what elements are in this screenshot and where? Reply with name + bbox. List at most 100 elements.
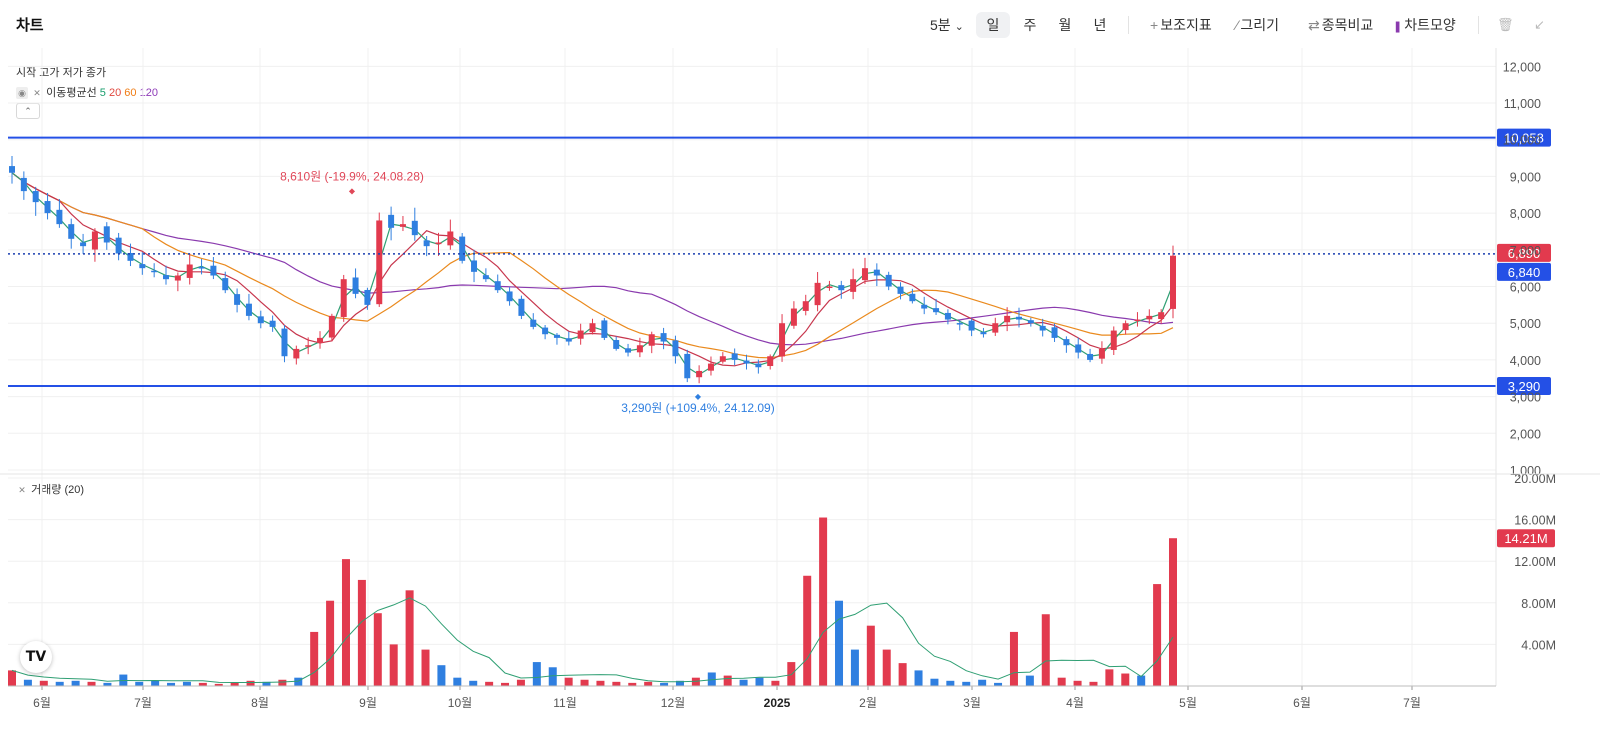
candle-body (328, 315, 335, 338)
candle-body (826, 286, 833, 289)
volume-bar (389, 644, 398, 686)
candle-body (151, 270, 158, 273)
stock-chart[interactable]: 10,0583,2906,8906,84014.21M8,610원 (-19.9… (0, 0, 1600, 739)
volume-bar (1009, 631, 1018, 686)
candle-body (1004, 315, 1011, 323)
volume-bar (1137, 675, 1146, 686)
candle-body (1170, 255, 1176, 309)
volume-bar (580, 679, 589, 686)
volume-bar (310, 631, 319, 686)
candle-body (838, 285, 845, 291)
high-annotation: 8,610원 (-19.9%, 24.08.28) (280, 170, 424, 184)
ma20-line (11, 172, 1174, 367)
y-tick-label: 9,000 (1510, 170, 1541, 184)
candle-body (790, 308, 797, 326)
x-tick-label: 9월 (359, 696, 377, 710)
volume-bar (946, 680, 955, 686)
candle-body (91, 231, 98, 250)
candle-body (20, 177, 27, 192)
volume-bar (1153, 584, 1162, 686)
candle-body (399, 224, 406, 227)
candle-body (968, 320, 975, 331)
candle-body (719, 356, 726, 362)
volume-tick-label: 4.00M (1521, 638, 1556, 652)
candle-body (696, 370, 703, 378)
volume-bar (644, 681, 653, 686)
candle-body (222, 278, 229, 291)
candle-body (293, 348, 300, 359)
candle-body (885, 274, 892, 287)
volume-bar (612, 681, 621, 686)
y-tick-label: 7,000 (1510, 244, 1541, 258)
volume-bar (23, 679, 32, 686)
volume-bar (341, 559, 350, 686)
candle-body (767, 356, 774, 367)
candle-body (257, 316, 264, 324)
candle-body (755, 363, 762, 368)
candle-body (364, 289, 371, 305)
volume-bar (930, 678, 939, 686)
volume-bar (182, 681, 191, 686)
volume-bar (898, 663, 907, 686)
x-tick-label: 10월 (448, 696, 472, 710)
candle-body (542, 327, 549, 335)
volume-bar (978, 679, 987, 686)
low-annotation: 3,290원 (+109.4%, 24.12.09) (621, 401, 774, 415)
x-tick-label: 6월 (1293, 696, 1311, 710)
y-tick-label: 4,000 (1510, 354, 1541, 368)
candle-body (435, 242, 442, 245)
candle-body (1015, 316, 1022, 320)
low-marker: ◆ (695, 392, 702, 401)
volume-bar (771, 680, 780, 686)
volume-bar (596, 680, 605, 686)
candle-body (565, 338, 572, 342)
volume-tick-label: 8.00M (1521, 597, 1556, 611)
volume-bar (516, 679, 525, 686)
candle-body (909, 293, 916, 302)
price-badge: 6,840 (1508, 265, 1541, 280)
x-tick-label: 6월 (33, 696, 51, 710)
candle-body (802, 301, 809, 311)
volume-bar (246, 680, 255, 686)
candle-body (103, 226, 110, 243)
tradingview-logo[interactable]: TV (20, 641, 52, 673)
candle-body (743, 360, 750, 364)
volume-bar (532, 662, 541, 686)
x-tick-label: 11월 (553, 696, 577, 710)
candle-body (1087, 353, 1094, 360)
volume-bar (564, 677, 573, 686)
moving-average-lines (11, 172, 1174, 376)
candle-body (956, 323, 963, 325)
candle-body (636, 345, 643, 353)
volume-bar (1089, 681, 1098, 686)
x-tick-label: 2월 (859, 696, 877, 710)
volume-bar (1169, 538, 1177, 686)
candle-body (518, 298, 525, 316)
candle-body (198, 267, 205, 269)
volume-bar (1073, 680, 1082, 686)
candle-body (577, 330, 584, 339)
candle-body (672, 340, 679, 357)
volume-bar (850, 649, 859, 686)
candle-body (447, 231, 454, 246)
volume-bar (1057, 677, 1066, 686)
candle-body (139, 264, 146, 269)
candle-body (423, 240, 430, 247)
volume-bars (8, 517, 1177, 686)
volume-bar (87, 681, 96, 686)
candle-body (530, 319, 537, 327)
volume-bar (835, 600, 844, 686)
volume-bar (1041, 614, 1050, 686)
candle-body (1122, 323, 1129, 331)
volume-bar (55, 681, 64, 686)
candle-body (613, 340, 620, 349)
candle-body (80, 242, 87, 247)
volume-bar (548, 667, 557, 686)
candle-body (1146, 315, 1153, 320)
x-tick-label: 7월 (134, 696, 152, 710)
volume-bar (723, 675, 732, 686)
x-tick-label: 2025 (764, 696, 791, 710)
y-tick-label: 6,000 (1510, 281, 1541, 295)
candle-body (850, 279, 857, 292)
candle-body (56, 209, 63, 225)
